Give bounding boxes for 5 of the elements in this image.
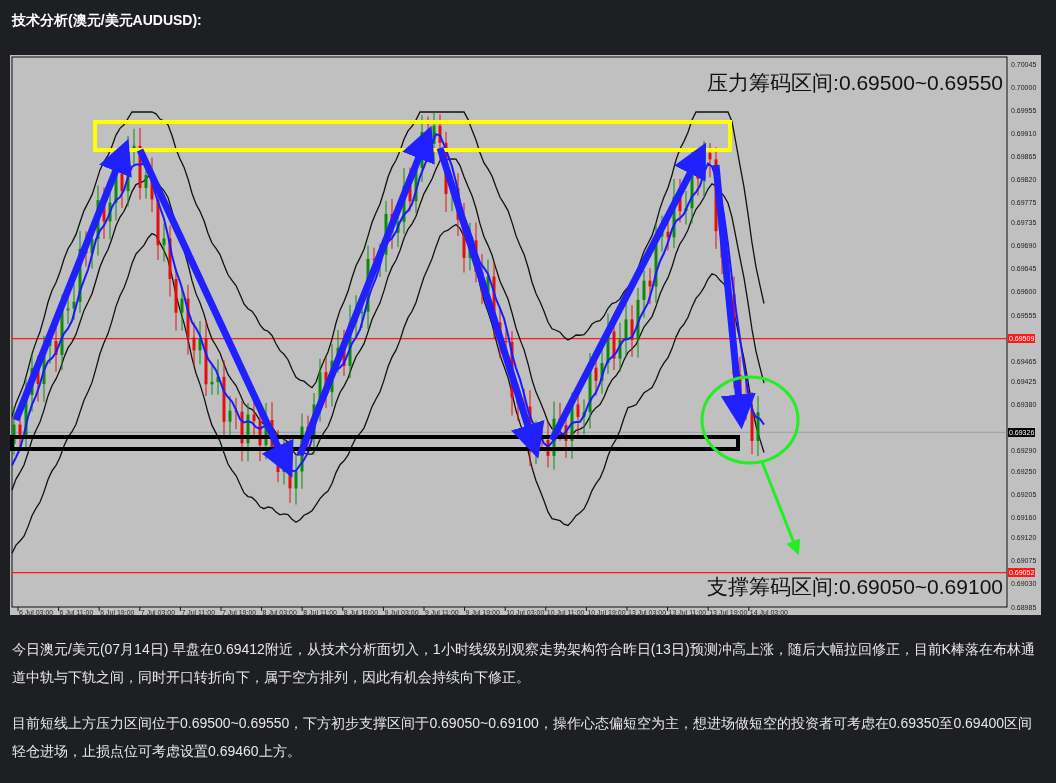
- analysis-paragraph: 今日澳元/美元(07月14日) 早盘在0.69412附近，从技术分析面切入，1小时线级别观察走势架构符合昨日(13日)预测冲高上涨，随后大幅拉回修正，目前K棒落在布林通道中轨与下轨之间，同时开口转折向下，属于空方排列，因此有机会持续向下修正。: [12, 640, 1036, 687]
- support-label: 支撑筹码区间:0.69050~0.69100: [707, 574, 1003, 600]
- analysis-paragraph: 目前短线上方压力区间位于0.69500~0.69550，下方初步支撑区间于0.69050~0.69100，操作心态偏短空为主，想进场做短空的投资者可考虑在0.69350至0.69400区间轻仓进场，止损点位可考虑设置0.69460上方。: [12, 714, 1033, 761]
- resistance-label: 压力筹码区间:0.69500~0.69550: [707, 70, 1003, 96]
- page-heading: 技术分析(澳元/美元AUDUSD):: [12, 11, 203, 30]
